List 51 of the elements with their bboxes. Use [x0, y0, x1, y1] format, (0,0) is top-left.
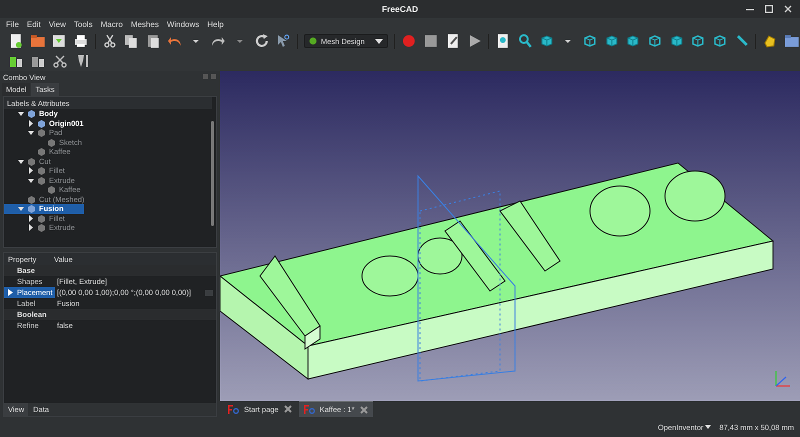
stop-icon[interactable]: [423, 33, 439, 49]
menu-item[interactable]: Macro: [100, 20, 123, 29]
menu-item[interactable]: Edit: [26, 20, 41, 29]
menu-item[interactable]: Windows: [166, 20, 200, 29]
wireframe-cube-icon[interactable]: [712, 33, 728, 49]
menu-item[interactable]: Help: [207, 20, 224, 29]
refresh-icon[interactable]: [254, 33, 270, 49]
scroll-bar[interactable]: [211, 121, 214, 226]
maximize-icon[interactable]: [765, 5, 773, 13]
menu-item[interactable]: Meshes: [130, 20, 159, 29]
close-icon[interactable]: [784, 5, 792, 13]
workbench-icon: [308, 37, 317, 45]
collapsed-arrow-icon[interactable]: [28, 224, 34, 232]
folder-icon[interactable]: [784, 33, 800, 49]
cube-icon[interactable]: [538, 33, 554, 49]
expanded-arrow-icon[interactable]: [28, 176, 34, 184]
scissors-icon[interactable]: [52, 53, 68, 69]
search-icon[interactable]: [516, 33, 533, 49]
paste-icon[interactable]: [145, 33, 161, 49]
caret-icon: [375, 38, 384, 44]
cube-icon[interactable]: [604, 33, 620, 49]
record-icon[interactable]: [401, 33, 418, 49]
save-icon[interactable]: [51, 33, 68, 49]
copy-icon[interactable]: [123, 33, 140, 49]
crystal-icon[interactable]: [762, 33, 778, 49]
scissors-icon[interactable]: [102, 33, 118, 49]
wireframe-cube-icon[interactable]: [646, 33, 663, 49]
close-icon[interactable]: [284, 405, 292, 413]
new-document-icon[interactable]: [8, 33, 24, 49]
document-icon: [304, 405, 315, 414]
cube-icon[interactable]: [625, 33, 641, 49]
cube-icon[interactable]: [668, 33, 684, 49]
window-title: FreeCAD: [382, 4, 418, 14]
collapsed-arrow-icon[interactable]: [28, 214, 34, 222]
3d-viewport[interactable]: [220, 71, 800, 401]
menu-item[interactable]: Tools: [74, 20, 93, 29]
expand-arrow-icon[interactable]: [8, 289, 13, 296]
expanded-arrow-icon[interactable]: [18, 158, 24, 165]
menu-item[interactable]: View: [48, 20, 66, 29]
wireframe-cube-icon[interactable]: [690, 33, 706, 49]
wireframe-cube-icon[interactable]: [582, 33, 598, 49]
expanded-arrow-icon[interactable]: [28, 129, 34, 136]
axis-triad-icon: [775, 371, 790, 387]
menu-item[interactable]: File: [6, 20, 19, 29]
caret-icon[interactable]: [705, 425, 712, 429]
printer-icon[interactable]: [73, 33, 89, 49]
collapsed-arrow-icon[interactable]: [28, 167, 34, 174]
expanded-arrow-icon[interactable]: [18, 110, 24, 118]
document-icon: [228, 404, 239, 414]
collapsed-arrow-icon[interactable]: [28, 120, 34, 127]
folder-icon[interactable]: [30, 33, 46, 49]
